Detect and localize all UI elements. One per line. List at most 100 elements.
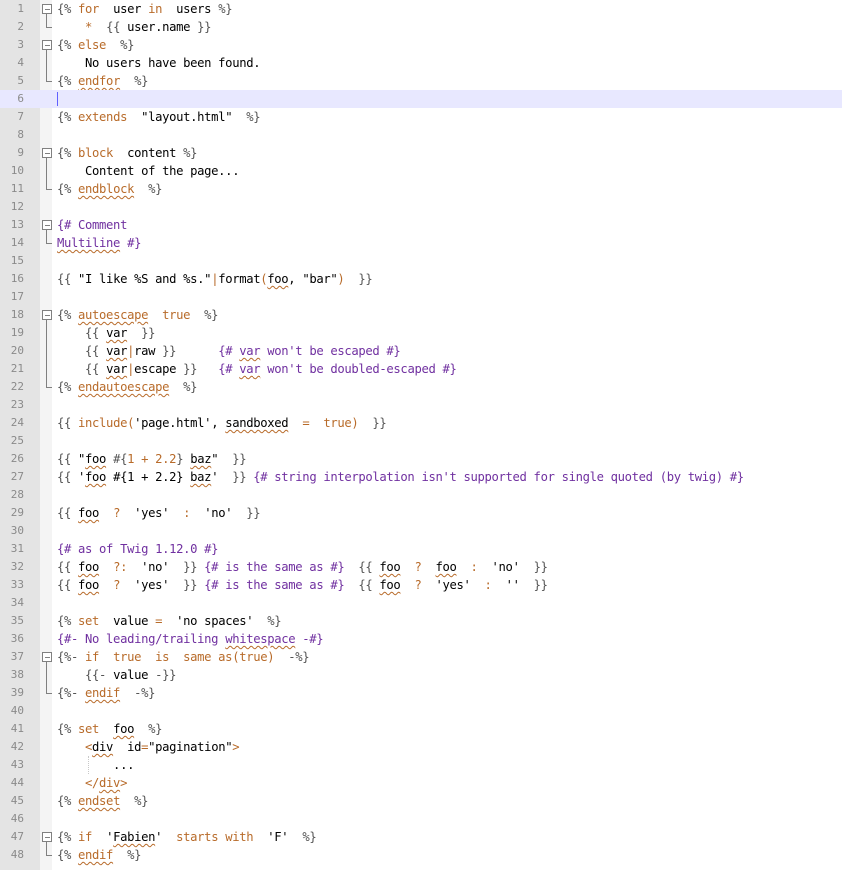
code-line[interactable]: 46 [0,810,842,828]
line-number: 44 [10,776,24,789]
code-line[interactable]: 9 {% block content %} [0,144,842,162]
code-line[interactable]: 30 [0,522,842,540]
code-text: {% set foo %} [57,720,162,738]
code-line[interactable]: 11 {% endblock %} [0,180,842,198]
code-token: users [162,2,219,16]
code-line[interactable]: 6 [0,90,842,108]
code-line[interactable]: 22 {% endautoescape %} [0,378,842,396]
line-number: 38 [10,668,24,681]
code-token: #{1 + 2.2} [106,470,191,484]
code-line[interactable]: 15 [0,252,842,270]
code-line[interactable]: 43 ... [0,756,842,774]
code-token: * [85,20,93,34]
code-token: : [470,560,478,574]
line-number: 16 [10,272,24,285]
code-line[interactable]: 21 {{ var|escape }} {# var won't be doub… [0,360,842,378]
code-token: 'no' [141,560,170,574]
code-line[interactable]: 8 [0,126,842,144]
fold-toggle-icon[interactable] [41,216,53,234]
fold-end-icon [41,18,53,36]
code-line[interactable]: 3 {% else %} [0,36,842,54]
fold-toggle-icon[interactable] [41,648,53,666]
code-line[interactable]: 29 {{ foo ? 'yes' : 'no' }} [0,504,842,522]
code-token: {{ [358,578,380,592]
code-line[interactable]: 10 Content of the page... [0,162,842,180]
fold-toggle-icon[interactable] [41,144,53,162]
code-line[interactable]: 5 {% endfor %} [0,72,842,90]
line-number: 19 [10,326,24,339]
code-line[interactable]: 24 {{ include('page.html', sandboxed = tr… [0,414,842,432]
code-line[interactable]: 16 {{ "I like %S and %s."|format(foo, "ba… [0,270,842,288]
code-token: format [218,272,261,286]
code-line[interactable]: 44 </div> [0,774,842,792]
code-line[interactable]: 31 {# as of Twig 1.12.0 #} [0,540,842,558]
code-token: #} [120,236,142,250]
code-line[interactable]: 23 [0,396,842,414]
code-line[interactable]: 28 [0,486,842,504]
code-line[interactable]: 13 {# Comment [0,216,842,234]
code-line[interactable]: 20 {{ var|raw }} {# var won't be escaped… [0,342,842,360]
code-token: < [85,740,93,754]
code-token: {{ [85,362,107,376]
fold-empty [41,810,53,828]
code-line[interactable]: 45 {% endset %} [0,792,842,810]
line-number: 22 [10,380,24,393]
code-line[interactable]: 19 {{ var }} [0,324,842,342]
code-text: {% else %} [57,36,134,54]
code-line[interactable]: 26{{ "foo #{1 + 2.2} baz" }} [0,450,842,468]
code-line[interactable]: 25 [0,432,842,450]
code-token: autoescape [78,308,149,322]
code-line[interactable]: 42 <div id="pagination"> [0,738,842,756]
code-token: {% [57,794,79,808]
code-line[interactable]: 27{{ 'foo #{1 + 2.2} baz' }} {# string i… [0,468,842,486]
code-token: baz [190,470,212,484]
fold-toggle-icon[interactable] [41,36,53,54]
code-line[interactable]: 18 {% autoescape true %} [0,306,842,324]
code-token: : [484,578,492,592]
code-text: * {{ user.name }} [57,18,211,36]
code-line[interactable]: 4 No users have been found. [0,54,842,72]
code-line[interactable]: 47 {% if 'Fabien' starts with 'F' %} [0,828,842,846]
code-line[interactable]: 38 {{- value -}} [0,666,842,684]
code-token: {# [218,362,240,376]
code-token: true [113,650,142,664]
code-token: foo [379,578,401,592]
code-line[interactable]: 36 {#- No leading/trailing whitespace -#} [0,630,842,648]
code-token: raw [134,344,163,358]
code-token: %} [148,722,163,736]
code-token: {{ [57,470,79,484]
code-line[interactable]: 7 {% extends "layout.html" %} [0,108,842,126]
fold-toggle-icon[interactable] [41,306,53,324]
code-line[interactable]: 2 * {{ user.name }} [0,18,842,36]
code-line[interactable]: 14 Multiline #} [0,234,842,252]
code-line[interactable]: 17 [0,288,842,306]
code-token: content [113,146,184,160]
fold-empty [41,522,53,540]
code-token: }} [246,506,261,520]
code-line[interactable]: 32 {{ foo ?: 'no' }} {# is the same as #}… [0,558,842,576]
code-token: 'no' [491,560,520,574]
code-line[interactable]: 37 {%- if true is same as(true) -%} [0,648,842,666]
code-line[interactable]: 35 {% set value = 'no spaces' %} [0,612,842,630]
code-line[interactable]: 48 {% endif %} [0,846,842,864]
fold-toggle-icon[interactable] [41,0,53,18]
code-editor[interactable]: 1 {% for user in users %} 2 * {{ user.name… [0,0,842,870]
code-token: extends [78,110,128,124]
code-token: foo [85,470,107,484]
code-line[interactable]: 1 {% for user in users %} [0,0,842,18]
code-line[interactable]: 12 [0,198,842,216]
code-line[interactable]: 40 [0,702,842,720]
code-line[interactable]: 39 {%- endif -%} [0,684,842,702]
code-line[interactable]: 34 [0,594,842,612]
fold-toggle-icon[interactable] [41,828,53,846]
code-line[interactable]: 33 {{ foo ? 'yes' }} {# is the same as #}… [0,576,842,594]
code-line[interactable]: 41 {% set foo %} [0,720,842,738]
